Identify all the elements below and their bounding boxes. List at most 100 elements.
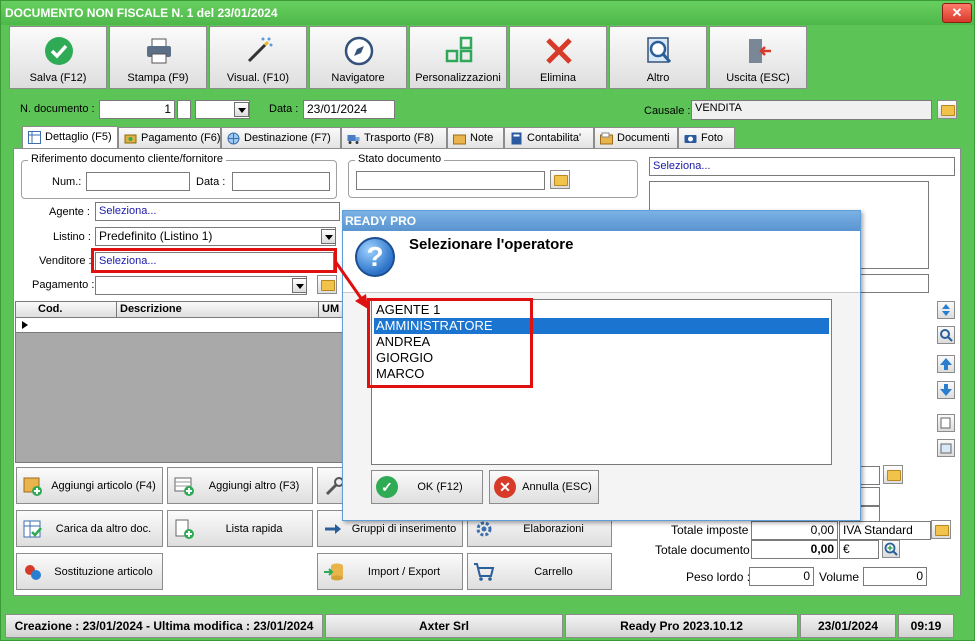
tab-documenti[interactable]: Documenti — [594, 127, 678, 149]
totals-folder-button-1[interactable] — [883, 465, 903, 484]
tools-button[interactable] — [317, 467, 344, 504]
arrow-up-icon[interactable] — [937, 355, 955, 373]
status-input[interactable] — [356, 171, 545, 190]
pagamento-dropdown-arrow[interactable] — [292, 278, 307, 293]
quick-list-button[interactable]: Lista rapida — [167, 510, 313, 547]
add-article-button[interactable]: Aggiungi articolo (F4) — [16, 467, 163, 504]
add-other-button[interactable]: Aggiungi altro (F3) — [167, 467, 313, 504]
venditore-label: Venditore : — [39, 255, 92, 267]
title-bar: DOCUMENTO NON FISCALE N. 1 del 23/01/202… — [1, 1, 974, 25]
save-button[interactable]: Salva (F12) — [9, 26, 107, 89]
insertion-groups-label: Gruppi di inserimento — [351, 523, 457, 535]
operator-dialog: READY PRO ? Selezionare l'operatore AGEN… — [342, 210, 861, 521]
date-input[interactable]: 23/01/2024 — [303, 100, 395, 119]
right-select-input[interactable]: Seleziona... — [649, 157, 955, 176]
tab-destinazione[interactable]: Destinazione (F7) — [221, 127, 341, 149]
tab-destinazione-label: Destinazione (F7) — [244, 132, 331, 144]
document-total-value: 0,00 — [751, 540, 838, 559]
totals-small-input-2[interactable] — [859, 487, 880, 506]
annotation-box-operators — [367, 298, 533, 388]
add-list-icon — [174, 477, 194, 496]
compass-icon — [344, 36, 374, 66]
processing-label: Elaborazioni — [523, 523, 584, 535]
navigator-button[interactable]: Navigatore — [309, 26, 407, 89]
close-circle-icon: ✕ — [494, 476, 516, 498]
cancel-button[interactable]: ✕ Annulla (ESC) — [489, 470, 599, 504]
delete-button[interactable]: Elimina — [509, 26, 607, 89]
tab-note[interactable]: Note — [447, 127, 504, 149]
volume-label: Volume : — [819, 570, 866, 584]
ndoc-input[interactable]: 1 — [99, 100, 175, 119]
search-icon[interactable] — [937, 326, 955, 344]
rif-date-input[interactable] — [232, 172, 330, 191]
table-row[interactable] — [16, 318, 342, 333]
preview-button[interactable]: Visual. (F10) — [209, 26, 307, 89]
printer-icon — [147, 38, 171, 64]
date-label: Data : — [269, 103, 299, 115]
cart-label: Carrello — [534, 566, 573, 578]
load-from-doc-label: Carica da altro doc. — [55, 523, 152, 535]
listino-dropdown-arrow[interactable] — [321, 229, 336, 244]
vat-folder-button[interactable] — [931, 520, 951, 539]
ndoc-spacer-box[interactable] — [177, 100, 191, 119]
substitute-article-label: Sostituzione articolo — [54, 566, 153, 578]
pagamento-select[interactable] — [95, 276, 307, 295]
pagamento-label: Pagamento : — [32, 279, 95, 291]
substitute-article-button[interactable]: Sostituzione articolo — [16, 553, 163, 590]
add-box-icon — [23, 477, 42, 496]
copy-icon[interactable] — [937, 414, 955, 432]
updown-icon[interactable] — [937, 301, 955, 319]
dialog-message: Selezionare l'operatore — [409, 236, 574, 253]
magic-wand-icon — [247, 37, 273, 63]
rif-num-input[interactable] — [86, 172, 190, 191]
dialog-header: ? Selezionare l'operatore — [343, 231, 860, 293]
tab-contabilita-label: Contabilita' — [527, 132, 582, 144]
volume-input[interactable]: 0 — [863, 567, 927, 586]
articles-grid[interactable]: Cod. Descrizione UM — [15, 301, 343, 463]
listino-select[interactable]: Predefinito (Listino 1) — [95, 227, 336, 246]
vat-select[interactable]: IVA Standard — [839, 521, 931, 540]
dialog-title: READY PRO — [343, 211, 860, 231]
ledger-icon — [511, 132, 522, 145]
close-window-button[interactable]: ✕ — [942, 3, 972, 23]
swap-icon — [25, 565, 41, 580]
globe-icon — [227, 132, 240, 145]
document-total-label: Totale documento : — [655, 543, 757, 557]
exit-button-label: Uscita (ESC) — [726, 72, 790, 84]
tab-contabilita[interactable]: Contabilita' — [504, 127, 594, 149]
tab-dettaglio[interactable]: Dettaglio (F5) — [22, 126, 118, 150]
weight-input[interactable]: 0 — [749, 567, 814, 586]
col-cod[interactable]: Cod. — [38, 303, 62, 315]
zoom-icon[interactable] — [882, 540, 900, 558]
tab-trasporto[interactable]: Trasporto (F8) — [341, 127, 447, 149]
import-export-button[interactable]: Import / Export — [317, 553, 463, 590]
magnifier-icon — [647, 37, 672, 63]
load-from-doc-button[interactable]: Carica da altro doc. — [16, 510, 163, 547]
ok-button[interactable]: ✓ OK (F12) — [371, 470, 483, 504]
check-circle-icon — [45, 37, 73, 65]
status-company: Axter Srl — [325, 614, 563, 638]
causale-input[interactable]: VENDITA — [691, 100, 932, 120]
agente-select[interactable]: Seleziona... — [95, 202, 340, 221]
tab-pagamento[interactable]: Pagamento (F6) — [118, 127, 221, 149]
other-button[interactable]: Altro — [609, 26, 707, 89]
load-table-icon — [23, 520, 42, 538]
tab-foto[interactable]: Foto — [678, 127, 735, 149]
paste-icon[interactable] — [937, 439, 955, 457]
quick-list-icon — [175, 519, 194, 539]
exit-button[interactable]: Uscita (ESC) — [709, 26, 807, 89]
customizations-button[interactable]: Personalizzazioni — [409, 26, 507, 89]
status-creation: Creazione : 23/01/2024 - Ultima modifica… — [5, 614, 323, 638]
ndoc-suffix-dropdown-arrow[interactable] — [234, 102, 249, 117]
arrow-down-icon[interactable] — [937, 381, 955, 399]
status-folder-button[interactable] — [550, 170, 570, 189]
col-descrizione[interactable]: Descrizione — [120, 303, 182, 315]
tab-pagamento-label: Pagamento (F6) — [141, 132, 221, 144]
causale-folder-button[interactable] — [937, 100, 957, 119]
cart-icon — [474, 563, 495, 581]
right-small-input[interactable] — [859, 274, 929, 293]
print-button[interactable]: Stampa (F9) — [109, 26, 207, 89]
status-group-title: Stato documento — [355, 153, 445, 165]
cart-button[interactable]: Carrello — [467, 553, 612, 590]
totals-small-input-1[interactable] — [859, 466, 880, 485]
